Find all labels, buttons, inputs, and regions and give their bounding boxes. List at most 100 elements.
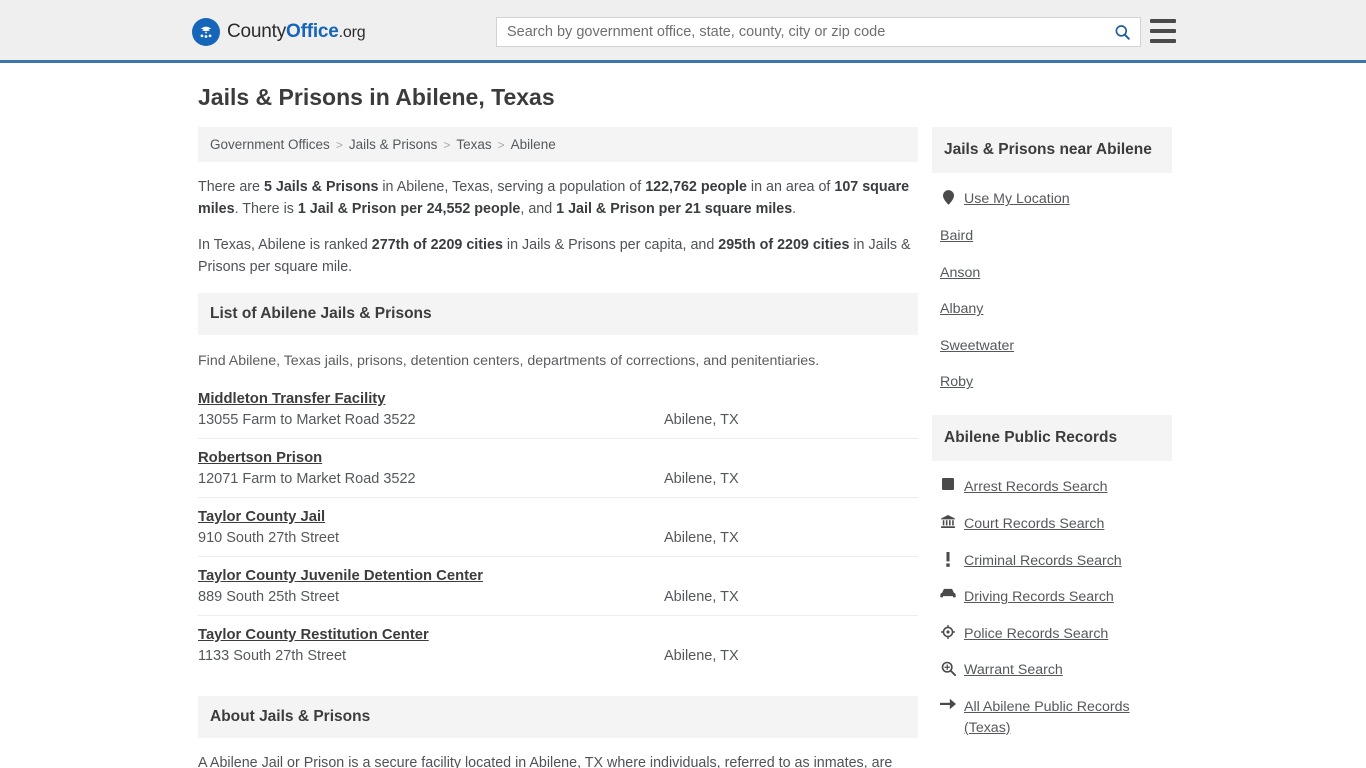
sidebar-records-link[interactable]: Police Records Search	[964, 624, 1108, 645]
listing-name-link[interactable]: Taylor County Jail	[198, 509, 325, 525]
sidebar-item-criminal-records[interactable]: Criminal Records Search	[932, 543, 1172, 580]
about-section-text: A Abilene Jail or Prison is a secure fac…	[198, 754, 893, 768]
listing-address: 889 South 25th Street	[198, 588, 340, 605]
list-item: Middleton Transfer Facility 13055 Farm t…	[198, 380, 918, 439]
site-header: CountyOffice.org	[0, 0, 1366, 63]
logo-wordmark: CountyOffice.org	[227, 21, 366, 43]
intro-p1-bold1: 5 Jails & Prisons	[263, 178, 379, 195]
site-logo[interactable]: CountyOffice.org	[192, 18, 366, 46]
search-button[interactable]	[1104, 18, 1140, 46]
hamburger-bar-1	[1150, 19, 1176, 23]
intro-p1-text4: . There is	[234, 201, 298, 218]
intro-p1-text6: .	[792, 201, 797, 218]
list-section-subtext: Find Abilene, Texas jails, prisons, dete…	[198, 352, 820, 369]
car-icon	[940, 588, 956, 599]
sidebar-item-roby[interactable]: Roby	[932, 364, 1172, 401]
breadcrumb-item-texas[interactable]: Texas	[456, 137, 491, 152]
intro-p1-text5: , and	[520, 201, 557, 218]
list-item: Taylor County Juvenile Detention Center …	[198, 557, 918, 616]
listing-detail-row: 1133 South 27th Street Abilene, TX	[198, 648, 918, 664]
sidebar-near-link[interactable]: Anson	[940, 263, 980, 284]
sidebar-item-sweetwater[interactable]: Sweetwater	[932, 328, 1172, 365]
sidebar-near-link[interactable]: Use My Location	[964, 189, 1070, 210]
sidebar-near-box: Jails & Prisons near Abilene Use My Loca…	[932, 126, 1172, 401]
map-pin-icon	[940, 190, 956, 206]
logo-text-office: Office	[286, 21, 339, 42]
logo-text-org: .org	[338, 24, 366, 41]
breadcrumb: Government Offices > Jails & Prisons > Texas…	[198, 126, 918, 162]
page-body: Jails & Prisons in Abilene, Texas Govern…	[0, 63, 1366, 768]
police-badge-icon	[940, 624, 956, 639]
listing-city: Abilene, TX	[664, 411, 739, 428]
list-section-heading: List of Abilene Jails & Prisons	[198, 292, 918, 335]
sidebar-item-use-my-location[interactable]: Use My Location	[932, 181, 1172, 218]
listing-name-link[interactable]: Taylor County Restitution Center	[198, 627, 429, 643]
sidebar-records-box: Abilene Public Records Arrest Records Se…	[932, 414, 1172, 746]
page-title: Jails & Prisons in Abilene, Texas	[198, 84, 555, 110]
magnifier-plus-icon	[940, 661, 956, 677]
search-input[interactable]	[497, 18, 1104, 46]
intro-p1-text2: in Abilene, Texas, serving a population …	[378, 178, 646, 195]
sidebar-item-court-records[interactable]: Court Records Search	[932, 506, 1172, 543]
breadcrumb-separator: >	[443, 137, 451, 152]
main-column: Government Offices > Jails & Prisons > Texas…	[188, 126, 928, 768]
sidebar-near-link[interactable]: Baird	[940, 226, 973, 247]
intro-p1-bold2: 122,762 people	[645, 178, 747, 195]
arrow-right-icon	[940, 698, 956, 710]
sidebar: Jails & Prisons near Abilene Use My Loca…	[932, 126, 1172, 760]
listing-detail-row: 12071 Farm to Market Road 3522 Abilene, …	[198, 471, 918, 487]
intro-p1-bold5: 1 Jail & Prison per 21 square miles	[556, 201, 793, 218]
breadcrumb-separator: >	[497, 137, 505, 152]
list-item: Taylor County Restitution Center 1133 So…	[198, 616, 918, 674]
jails-prisons-list: Middleton Transfer Facility 13055 Farm t…	[198, 380, 918, 674]
breadcrumb-item-jails-prisons[interactable]: Jails & Prisons	[349, 137, 438, 152]
sidebar-item-arrest-records[interactable]: Arrest Records Search	[932, 469, 1172, 506]
search-bar[interactable]	[496, 17, 1141, 47]
sidebar-item-albany[interactable]: Albany	[932, 291, 1172, 328]
logo-text-county: County	[227, 21, 287, 42]
listing-address: 13055 Farm to Market Road 3522	[198, 411, 416, 428]
sidebar-item-baird[interactable]: Baird	[932, 218, 1172, 255]
sidebar-item-warrant-search[interactable]: Warrant Search	[932, 652, 1172, 689]
exclamation-icon	[940, 551, 956, 567]
sidebar-records-heading: Abilene Public Records	[932, 414, 1172, 462]
sidebar-records-link[interactable]: Criminal Records Search	[964, 551, 1122, 572]
sidebar-records-list: Arrest Records Search Court Records Sear…	[932, 461, 1172, 746]
sidebar-records-link[interactable]: Driving Records Search	[964, 587, 1114, 608]
listing-name-link[interactable]: Middleton Transfer Facility	[198, 391, 385, 407]
list-item: Robertson Prison 12071 Farm to Market Ro…	[198, 439, 918, 498]
hamburger-menu-icon[interactable]	[1150, 19, 1176, 43]
listing-name-link[interactable]: Robertson Prison	[198, 450, 322, 466]
search-icon	[1115, 24, 1130, 40]
listing-address: 12071 Farm to Market Road 3522	[198, 470, 416, 487]
sidebar-item-anson[interactable]: Anson	[932, 255, 1172, 292]
intro-p1-bold4: 1 Jail & Prison per 24,552 people	[297, 201, 521, 218]
listing-city: Abilene, TX	[664, 470, 739, 487]
sidebar-item-police-records[interactable]: Police Records Search	[932, 616, 1172, 653]
sidebar-records-link[interactable]: Arrest Records Search	[964, 477, 1108, 498]
sidebar-records-link[interactable]: Court Records Search	[964, 514, 1104, 535]
sidebar-records-link[interactable]: Warrant Search	[964, 660, 1063, 681]
courthouse-icon	[940, 514, 956, 528]
listing-name-link[interactable]: Taylor County Juvenile Detention Center	[198, 568, 483, 584]
about-section-heading: About Jails & Prisons	[198, 695, 918, 738]
listing-city: Abilene, TX	[664, 647, 739, 664]
breadcrumb-item-abilene[interactable]: Abilene	[511, 137, 556, 152]
content-container: Jails & Prisons in Abilene, Texas Govern…	[188, 83, 1178, 768]
intro-section: There are 5 Jails & Prisons in Abilene, …	[198, 162, 918, 279]
hamburger-bar-3	[1150, 39, 1176, 43]
intro-p1-text1: There are	[198, 178, 264, 195]
intro-paragraph-1: There are 5 Jails & Prisons in Abilene, …	[198, 176, 918, 220]
breadcrumb-item-government-offices[interactable]: Government Offices	[210, 137, 330, 152]
intro-p2-bold1: 277th of 2209 cities	[371, 237, 503, 254]
listing-address: 1133 South 27th Street	[198, 647, 347, 664]
sidebar-item-driving-records[interactable]: Driving Records Search	[932, 579, 1172, 616]
list-item: Taylor County Jail 910 South 27th Street…	[198, 498, 918, 557]
listing-detail-row: 889 South 25th Street Abilene, TX	[198, 589, 918, 605]
sidebar-records-link[interactable]: All Abilene Public Records (Texas)	[964, 697, 1172, 738]
sidebar-item-all-public-records[interactable]: All Abilene Public Records (Texas)	[932, 689, 1172, 746]
intro-p2-bold2: 295th of 2209 cities	[718, 237, 850, 254]
sidebar-near-link[interactable]: Roby	[940, 372, 973, 393]
sidebar-near-link[interactable]: Albany	[940, 299, 983, 320]
sidebar-near-link[interactable]: Sweetwater	[940, 336, 1014, 357]
